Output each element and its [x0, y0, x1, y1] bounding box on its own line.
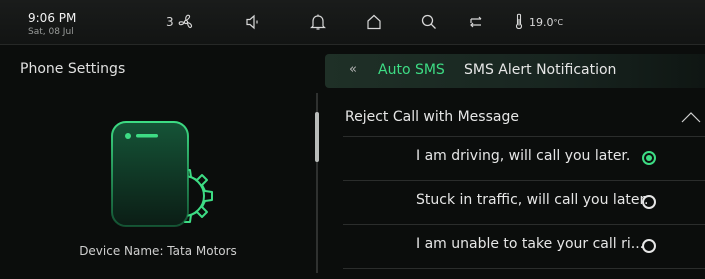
volume-icon — [246, 14, 258, 30]
message-option-2[interactable]: Stuck in traffic, will call you later. — [343, 180, 705, 224]
reject-call-section-header[interactable]: Reject Call with Message — [345, 101, 705, 135]
clock-time: 9:06 PM — [28, 11, 77, 25]
home-button[interactable] — [364, 8, 384, 36]
clock-date: Sat, 08 Jul — [28, 27, 74, 37]
notifications-button[interactable] — [308, 8, 328, 36]
fan-control[interactable]: 3 — [166, 8, 196, 36]
radio-unselected[interactable] — [642, 195, 656, 209]
fan-icon — [178, 14, 192, 29]
page-title: Phone Settings — [20, 61, 126, 77]
device-name: Device Name: Tata Motors — [79, 244, 237, 258]
home-icon — [367, 14, 381, 30]
tab-bar: « Auto SMS SMS Alert Notification — [325, 54, 705, 88]
clock: 9:06 PM Sat, 08 Jul — [28, 11, 76, 38]
message-option-3[interactable]: I am unable to take your call ri... — [343, 224, 705, 268]
search-button[interactable] — [419, 8, 439, 36]
volume-button[interactable] — [244, 8, 262, 36]
climate-temperature[interactable]: 19.0 °C — [513, 8, 563, 36]
temperature-unit: °C — [553, 17, 564, 27]
thermometer-icon — [515, 13, 523, 30]
status-bar: 9:06 PM Sat, 08 Jul 3 19.0 °C — [0, 0, 705, 45]
radio-selected[interactable] — [642, 151, 656, 165]
phone-settings-illustration — [111, 121, 213, 227]
auto-sms-panel: « Auto SMS SMS Alert Notification Reject… — [325, 45, 705, 279]
tab-sms-alert-notification[interactable]: SMS Alert Notification — [464, 62, 616, 78]
bell-icon — [310, 14, 326, 30]
fan-speed: 3 — [166, 15, 174, 29]
phone-settings-panel: Phone Settings Device Name: Tata Motors — [0, 45, 316, 279]
option-text: I am driving, will call you later. — [416, 148, 631, 164]
scrollbar-thumb[interactable] — [315, 112, 319, 162]
media-source-button[interactable] — [465, 8, 487, 36]
section-title: Reject Call with Message — [345, 109, 519, 125]
message-option-1[interactable]: I am driving, will call you later. — [343, 136, 705, 180]
radio-unselected[interactable] — [642, 239, 656, 253]
media-source-icon — [470, 16, 482, 28]
option-text: I am unable to take your call ri... — [416, 236, 645, 252]
divider — [343, 268, 705, 269]
chevron-up-icon — [681, 112, 701, 123]
option-text: Stuck in traffic, will call you later. — [416, 192, 649, 208]
tab-auto-sms[interactable]: Auto SMS — [378, 62, 445, 78]
temperature-value: 19.0 — [529, 15, 554, 29]
back-icon[interactable]: « — [349, 62, 357, 77]
search-icon — [421, 14, 436, 29]
